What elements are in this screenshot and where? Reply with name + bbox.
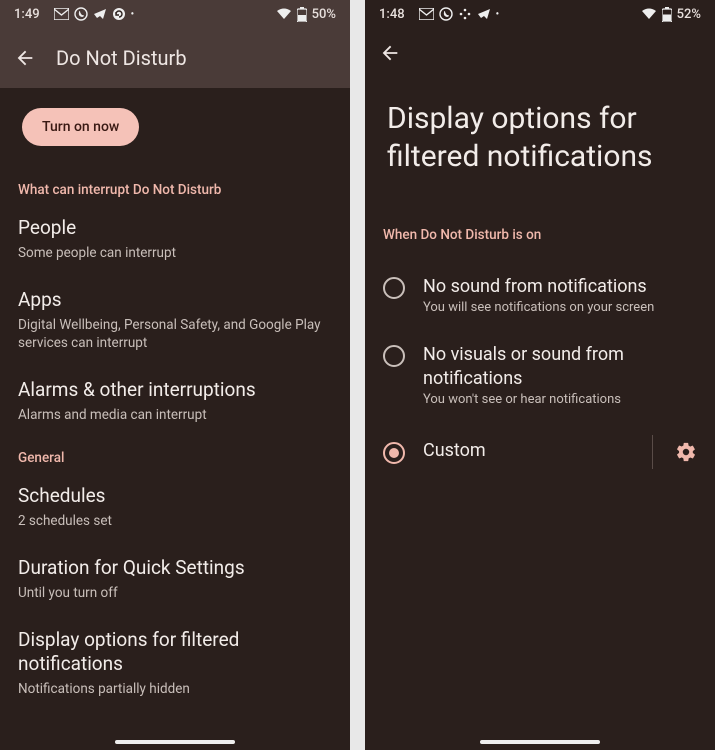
mail-icon [419,8,434,20]
mail-icon [54,8,69,20]
divider [652,435,653,469]
section-interrupt-label: What can interrupt Do Not Disturb [18,182,332,198]
content-scroll[interactable]: Turn on now What can interrupt Do Not Di… [0,88,350,750]
item-subtitle: Notifications partially hidden [18,680,332,698]
option-subtitle: You will see notifications on your scree… [423,300,697,315]
item-subtitle: Some people can interrupt [18,244,332,262]
section-when-label: When Do Not Disturb is on [383,227,697,243]
battery-percent: 50% [312,7,336,22]
app-bar [365,28,715,72]
option-title: Custom [423,439,630,462]
item-title: Display options for filtered notificatio… [18,628,332,677]
status-time: 1:48 [379,7,405,22]
battery-percent: 52% [677,7,701,22]
status-bar: 1:49 • 50% [0,0,350,28]
section-general-label: General [18,450,332,466]
option-no-sound[interactable]: No sound from notifications You will see… [383,261,697,329]
back-arrow-icon[interactable] [14,47,36,69]
radio-icon[interactable] [383,442,405,464]
battery-icon [297,7,307,22]
item-subtitle: 2 schedules set [18,512,332,530]
battery-icon [662,7,672,22]
option-custom[interactable]: Custom [383,421,697,483]
radio-icon[interactable] [383,345,405,367]
radio-icon[interactable] [383,277,405,299]
page-title: Display options for filtered notificatio… [383,72,697,219]
option-no-visuals-sound[interactable]: No visuals or sound from notifications Y… [383,329,697,421]
whatsapp-icon [74,7,88,21]
item-apps[interactable]: Apps Digital Wellbeing, Personal Safety,… [18,288,332,352]
dot-icon: • [496,9,500,20]
item-title: People [18,216,332,241]
content-scroll[interactable]: Display options for filtered notificatio… [365,72,715,750]
item-subtitle: Digital Wellbeing, Personal Safety, and … [18,316,332,352]
item-title: Schedules [18,484,332,509]
item-people[interactable]: People Some people can interrupt [18,216,332,262]
item-duration[interactable]: Duration for Quick Settings Until you tu… [18,556,332,602]
item-title: Apps [18,288,332,313]
wifi-icon [641,8,657,20]
sync-icon [112,7,126,21]
whatsapp-icon [439,7,453,21]
status-bar: 1:48 • 52% [365,0,715,28]
gesture-bar[interactable] [115,740,235,744]
option-subtitle: You won't see or hear notifications [423,392,697,407]
option-title: No visuals or sound from notifications [423,343,697,390]
gear-icon[interactable] [675,441,697,463]
item-subtitle: Alarms and media can interrupt [18,406,332,424]
telegram-icon [477,7,491,21]
option-title: No sound from notifications [423,275,697,298]
phone-display-options: 1:48 • 52% Display options for filtered … [365,0,715,750]
gesture-bar[interactable] [480,740,600,744]
dot-icon: • [131,9,135,20]
item-title: Duration for Quick Settings [18,556,332,581]
dots-icon [458,7,472,21]
turn-on-now-button[interactable]: Turn on now [22,108,139,146]
item-alarms[interactable]: Alarms & other interruptions Alarms and … [18,378,332,424]
phone-dnd-settings: 1:49 • 50% Do Not Disturb Turn on now Wh… [0,0,350,750]
item-title: Alarms & other interruptions [18,378,332,403]
app-bar: Do Not Disturb [0,28,350,88]
telegram-icon [93,7,107,21]
item-schedules[interactable]: Schedules 2 schedules set [18,484,332,530]
item-subtitle: Until you turn off [18,584,332,602]
status-time: 1:49 [14,7,40,22]
wifi-icon [276,8,292,20]
back-arrow-icon[interactable] [379,42,401,64]
page-title: Do Not Disturb [56,46,187,70]
item-display-options[interactable]: Display options for filtered notificatio… [18,628,332,699]
